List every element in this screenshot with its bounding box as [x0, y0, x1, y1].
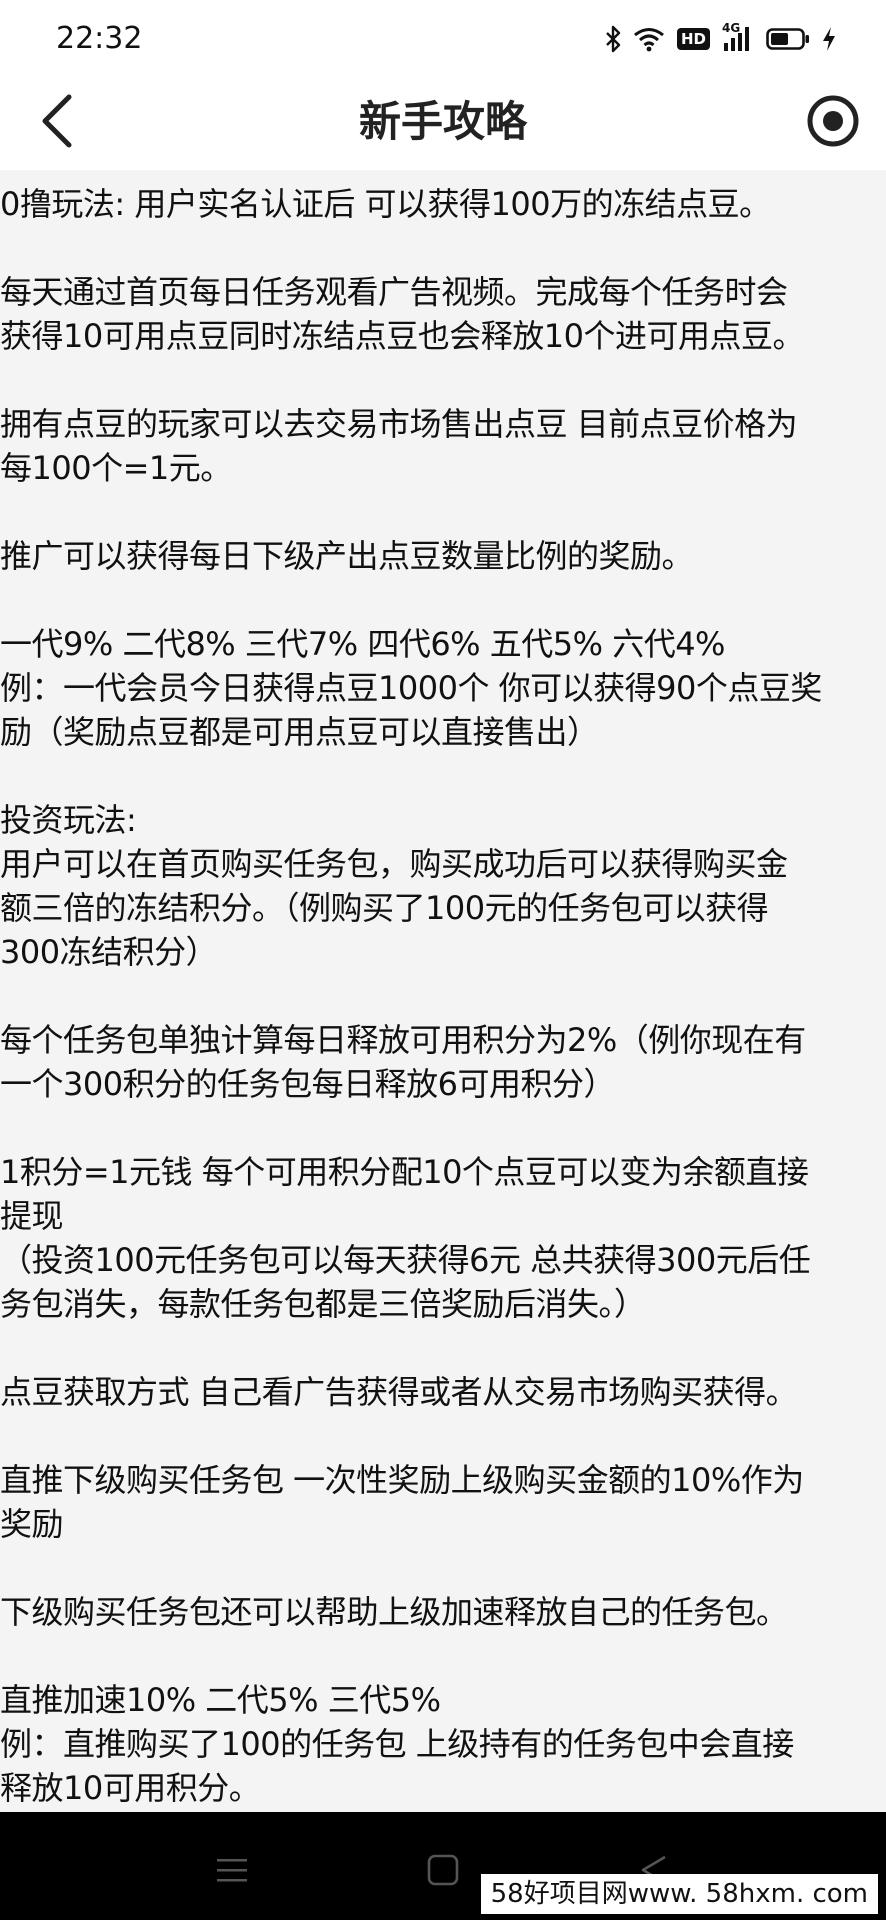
paragraph-line: 每100个=1元。 [0, 449, 232, 487]
target-icon [806, 94, 860, 152]
paragraph-line: 一代9% 二代8% 三代7% 四代6% 五代5% 六代4% [0, 625, 725, 663]
paragraph-line: 额三倍的冻结积分。（例购买了100元的任务包可以获得 [0, 889, 769, 927]
paragraph: 点豆获取方式 自己看广告获得或者从交易市场购买获得。 [0, 1370, 886, 1414]
paragraph-line: 一个300积分的任务包每日释放6可用积分） [0, 1065, 615, 1103]
paragraph-line: 直推下级购买任务包 一次性奖励上级购买金额的10%作为 [0, 1461, 804, 1499]
paragraph-line: 务包消失，每款任务包都是三倍奖励后消失。） [0, 1285, 646, 1323]
paragraph: 投资玩法: 用户可以在首页购买任务包，购买成功后可以获得购买金 额三倍的冻结积分… [0, 798, 886, 974]
paragraph: 每个任务包单独计算每日释放可用积分为2%（例你现在有 一个300积分的任务包每日… [0, 1018, 886, 1106]
paragraph-line: 推广可以获得每日下级产出点豆数量比例的奖励。 [0, 537, 694, 575]
paragraph: 0撸玩法: 用户实名认证后 可以获得100万的冻结点豆。 [0, 182, 886, 226]
charging-icon [822, 26, 836, 52]
network-label: 4G [722, 21, 741, 35]
bluetooth-icon [605, 25, 621, 53]
paragraph-line: 点豆获取方式 自己看广告获得或者从交易市场购买获得。 [0, 1373, 798, 1411]
paragraph: 拥有点豆的玩家可以去交易市场售出点豆 目前点豆价格为 每100个=1元。 [0, 402, 886, 490]
system-nav-bar: 58好项目网www. 58hxm. com [0, 1812, 886, 1920]
paragraph: 1积分=1元钱 每个可用积分配10个点豆可以变为余额直接 提现 （投资100元任… [0, 1150, 886, 1326]
paragraph-line: 励（奖励点豆都是可用点豆可以直接售出） [0, 713, 599, 751]
paragraph-line: 拥有点豆的玩家可以去交易市场售出点豆 目前点豆价格为 [0, 405, 798, 443]
paragraph-line: 0撸玩法: 用户实名认证后 可以获得100万的冻结点豆。 [0, 185, 771, 223]
paragraph-line: 例：直推购买了100的任务包 上级持有的任务包中会直接 [0, 1725, 794, 1763]
wifi-icon [633, 26, 665, 52]
paragraph-line: 下级购买任务包还可以帮助上级加速释放自己的任务包。 [0, 1593, 788, 1631]
paragraph-line: 每个任务包单独计算每日释放可用积分为2%（例你现在有 [0, 1021, 806, 1059]
paragraph-line: （投资100元任务包可以每天获得6元 总共获得300元后任 [0, 1241, 811, 1279]
paragraph: 直推加速10% 二代5% 三代5% 例：直推购买了100的任务包 上级持有的任务… [0, 1678, 886, 1810]
status-time: 22:32 [56, 21, 143, 56]
paragraph: 下级购买任务包还可以帮助上级加速释放自己的任务包。 [0, 1590, 886, 1634]
paragraph-line: 用户可以在首页购买任务包，购买成功后可以获得购买金 [0, 845, 788, 883]
paragraph-line: 300冻结积分） [0, 933, 218, 971]
paragraph-line: 奖励 [0, 1505, 64, 1543]
app-header: 新手攻略 [0, 78, 886, 170]
status-icons: HD 4G [605, 21, 836, 56]
target-button[interactable] [798, 88, 868, 158]
paragraph-line: 每天通过首页每日任务观看广告视频。完成每个任务时会 [0, 273, 788, 311]
home-square-icon [426, 1853, 460, 1891]
home-button[interactable] [413, 1842, 473, 1902]
4g-signal-icon: 4G [722, 21, 754, 53]
paragraph-line: 例：一代会员今日获得点豆1000个 你可以获得90个点豆奖 [0, 669, 822, 707]
status-bar: 22:32 HD 4G [0, 0, 886, 78]
paragraph: 每天通过首页每日任务观看广告视频。完成每个任务时会 获得10可用点豆同时冻结点豆… [0, 270, 886, 358]
paragraph-line: 直推加速10% 二代5% 三代5% [0, 1681, 441, 1719]
paragraph-line: 释放10可用积分。 [0, 1769, 261, 1807]
paragraph-line: 投资玩法: [0, 801, 137, 839]
paragraph: 推广可以获得每日下级产出点豆数量比例的奖励。 [0, 534, 886, 578]
menu-icon [215, 1855, 249, 1889]
paragraph: 直推下级购买任务包 一次性奖励上级购买金额的10%作为 奖励 [0, 1458, 886, 1546]
paragraph-line: 获得10可用点豆同时冻结点豆也会释放10个进可用点豆。 [0, 317, 804, 355]
watermark-text: 58好项目网www. 58hxm. com [480, 1874, 878, 1914]
hd-icon: HD [676, 28, 710, 50]
paragraph-line: 提现 [0, 1197, 64, 1235]
guide-content: 0撸玩法: 用户实名认证后 可以获得100万的冻结点豆。 每天通过首页每日任务观… [0, 170, 886, 1812]
paragraph: 一代9% 二代8% 三代7% 四代6% 五代5% 六代4% 例：一代会员今日获得… [0, 622, 886, 754]
menu-button[interactable] [202, 1842, 262, 1902]
paragraph-line: 1积分=1元钱 每个可用积分配10个点豆可以变为余额直接 [0, 1153, 809, 1191]
battery-icon [766, 27, 810, 51]
page-title: 新手攻略 [358, 97, 527, 146]
